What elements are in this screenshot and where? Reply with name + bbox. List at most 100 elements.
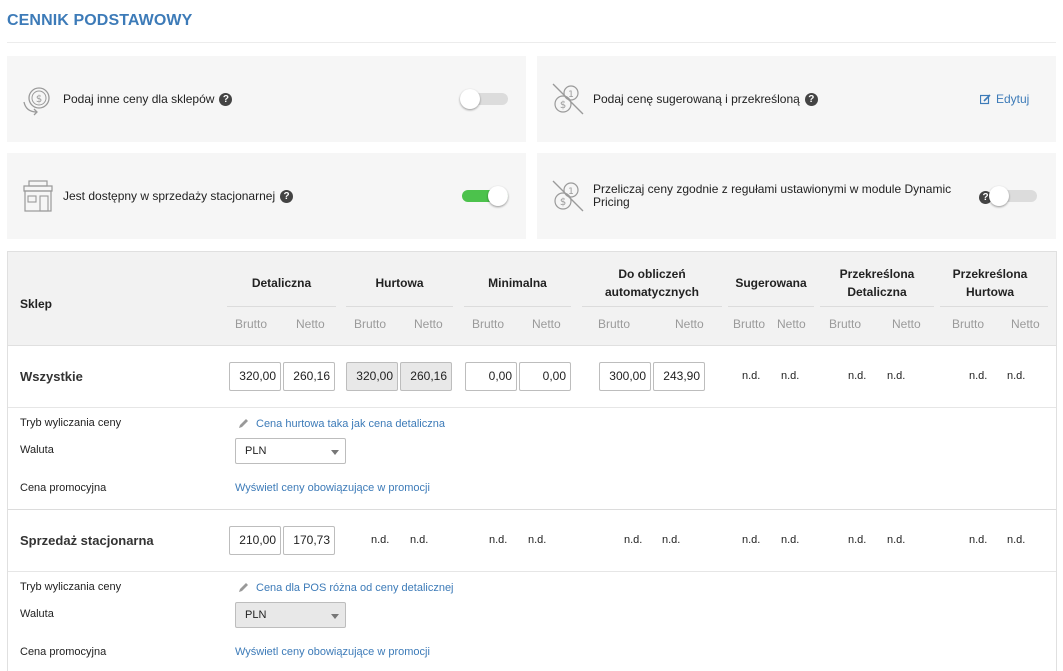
chevron-down-icon [331,450,339,455]
help-icon[interactable]: ? [219,92,233,106]
pencil-icon [239,583,248,592]
card-stationary-sale: Jest dostępny w sprzedaży stacjonarnej ? [7,153,526,239]
currency-select[interactable]: PLN [235,602,346,628]
group-divider [582,306,722,307]
subheader-gross: Brutto [598,317,631,331]
minimal-gross-input[interactable]: 0,00 [465,362,517,391]
card-stationary-label: Jest dostępny w sprzedaży stacjonarnej ? [63,189,294,203]
title-divider [7,42,1056,43]
row-divider [8,407,1056,408]
retail-net-input[interactable]: 260,16 [283,362,335,391]
section-divider [8,509,1056,510]
crossed-retail-net-value: n.d. [887,370,906,382]
column-header-suggested: Sugerowana [735,276,807,290]
row-name-stationary: Sprzedaż stacjonarna [20,533,154,548]
wholesale-net-value: n.d. [410,534,429,546]
row-divider [8,571,1056,572]
column-header-shop: Sklep [20,297,53,311]
other-prices-toggle[interactable] [460,89,508,109]
subheader-gross: Brutto [952,317,985,331]
suggested-net-value: n.d. [781,534,800,546]
svg-text:$: $ [560,197,566,208]
column-header-crossed-wholesale: Przekreślona Hurtowa [952,267,1028,299]
auto-net-value: n.d. [662,534,681,546]
subheader-gross: Brutto [733,317,766,331]
group-divider [728,306,814,307]
auto-gross-value: n.d. [624,534,643,546]
column-header-crossed-retail: Przekreślona Detaliczna [839,267,915,299]
card-dynamic-label: Przeliczaj ceny zgodnie z regułami ustaw… [593,182,952,209]
wholesale-net-input[interactable]: 260,16 [400,362,452,391]
auto-gross-input[interactable]: 300,00 [599,362,651,391]
edit-icon [980,93,991,104]
suggested-gross-value: n.d. [742,370,761,382]
promo-price-link[interactable]: Wyświetl ceny obowiązujące w promocji [235,646,430,658]
currency-select[interactable]: PLN [235,438,346,464]
promo-price-link[interactable]: Wyświetl ceny obowiązujące w promocji [235,482,430,494]
group-divider [464,306,571,307]
price-mode-link[interactable]: Cena dla POS różna od ceny detalicznej [256,582,454,594]
table-header: Sklep Detaliczna Hurtowa Minimalna Do ob… [8,252,1056,346]
crossed-coins-icon: 1 $ [552,180,584,212]
edit-suggested-button[interactable]: Edytuj [980,92,1029,106]
subheader-net: Netto [1011,317,1040,331]
card-other-prices: $ Podaj inne ceny dla sklepów ? [7,56,526,142]
svg-text:$: $ [560,100,566,111]
column-header-retail: Detaliczna [251,276,312,290]
promo-price-label: Cena promocyjna [20,482,107,494]
crossed-wholesale-gross-value: n.d. [969,534,988,546]
suggested-gross-value: n.d. [742,534,761,546]
coin-cycle-icon: $ [23,87,50,116]
subheader-net: Netto [777,317,806,331]
group-divider [940,306,1048,307]
crossed-wholesale-net-value: n.d. [1007,370,1026,382]
price-table: Sklep Detaliczna Hurtowa Minimalna Do ob… [7,251,1057,671]
price-mode-label: Tryb wyliczania ceny [20,417,122,429]
currency-label: Waluta [20,608,54,620]
subheader-gross: Brutto [829,317,862,331]
column-header-auto: Do obliczeń automatycznych [604,267,700,299]
wholesale-gross-input[interactable]: 320,00 [346,362,398,391]
store-icon [23,180,53,212]
row-name-all: Wszystkie [20,369,83,384]
suggested-net-value: n.d. [781,370,800,382]
retail-gross-input[interactable]: 320,00 [229,362,281,391]
subheader-net: Netto [532,317,561,331]
group-divider [227,306,336,307]
chevron-down-icon [331,614,339,619]
column-header-minimal: Minimalna [488,276,547,290]
dynamic-pricing-toggle[interactable] [989,186,1037,206]
group-divider [820,306,934,307]
retail-gross-input[interactable]: 210,00 [229,526,281,555]
retail-net-input[interactable]: 170,73 [283,526,335,555]
crossed-wholesale-net-value: n.d. [1007,534,1026,546]
price-mode-link[interactable]: Cena hurtowa taka jak cena detaliczna [256,418,445,430]
svg-text:$: $ [36,94,42,105]
minimal-net-value: n.d. [528,534,547,546]
subheader-net: Netto [296,317,325,331]
card-other-prices-label: Podaj inne ceny dla sklepów ? [63,92,233,106]
page-title: CENNIK PODSTAWOWY [7,12,193,29]
column-header-wholesale: Hurtowa [375,276,424,290]
stationary-sale-toggle[interactable] [460,186,508,206]
crossed-wholesale-gross-value: n.d. [969,370,988,382]
card-suggested-label: Podaj cenę sugerowaną i przekreśloną ? [593,92,818,106]
subheader-gross: Brutto [235,317,268,331]
crossed-retail-net-value: n.d. [887,534,906,546]
currency-label: Waluta [20,444,54,456]
crossed-retail-gross-value: n.d. [848,370,867,382]
wholesale-gross-value: n.d. [371,534,390,546]
card-suggested-price: 1 $ Podaj cenę sugerowaną i przekreśloną… [537,56,1056,142]
price-mode-label: Tryb wyliczania ceny [20,581,122,593]
subheader-gross: Brutto [472,317,505,331]
minimal-net-input[interactable]: 0,00 [519,362,571,391]
subheader-net: Netto [892,317,921,331]
help-icon[interactable]: ? [804,92,818,106]
auto-net-input[interactable]: 243,90 [653,362,705,391]
group-divider [346,306,453,307]
crossed-coins-icon: 1 $ [552,83,584,115]
help-icon[interactable]: ? [280,189,294,203]
crossed-retail-gross-value: n.d. [848,534,867,546]
pencil-icon [239,419,248,428]
subheader-gross: Brutto [354,317,387,331]
